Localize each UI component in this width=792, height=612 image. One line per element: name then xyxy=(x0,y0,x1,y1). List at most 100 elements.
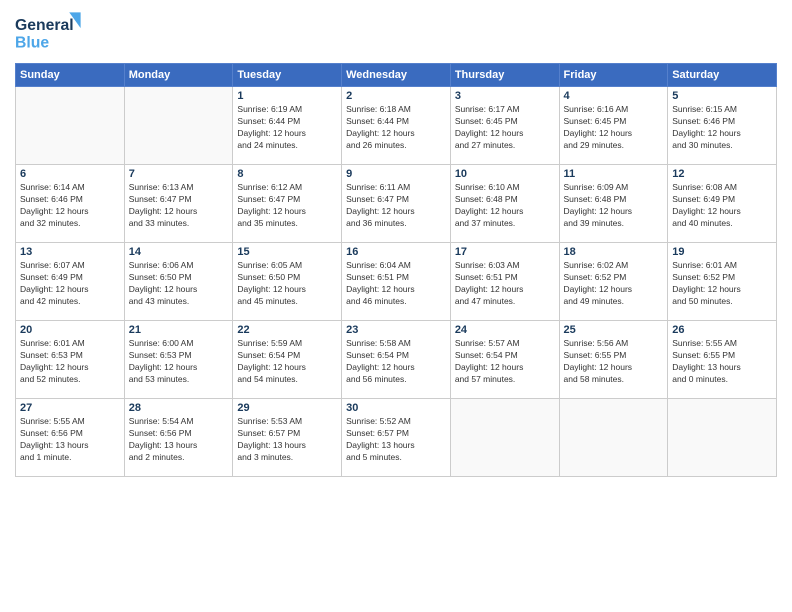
day-info: Sunrise: 6:00 AM Sunset: 6:53 PM Dayligh… xyxy=(129,338,229,386)
calendar-week-row: 27Sunrise: 5:55 AM Sunset: 6:56 PM Dayli… xyxy=(16,399,777,477)
day-number: 28 xyxy=(129,402,229,414)
day-info: Sunrise: 5:53 AM Sunset: 6:57 PM Dayligh… xyxy=(237,416,337,464)
calendar-cell xyxy=(16,87,125,165)
calendar-cell: 15 Sunrise: 6:05 AM Sunset: 6:50 PM Dayli… xyxy=(233,243,342,321)
day-number: 5 xyxy=(672,90,772,102)
svg-text:General: General xyxy=(15,17,74,34)
weekday-header: Monday xyxy=(124,64,233,87)
calendar-week-row: 20 Sunrise: 6:01 AM Sunset: 6:53 PM Dayli… xyxy=(16,321,777,399)
day-info: Sunrise: 5:57 AM Sunset: 6:54 PM Dayligh… xyxy=(455,338,555,386)
calendar-cell: 4 Sunrise: 6:16 AM Sunset: 6:45 PM Daylig… xyxy=(559,87,668,165)
day-info: Sunrise: 5:55 AM Sunset: 6:55 PM Dayligh… xyxy=(672,338,772,386)
day-number: 22 xyxy=(237,324,337,336)
calendar-cell: 6 Sunrise: 6:14 AM Sunset: 6:46 PM Daylig… xyxy=(16,165,125,243)
day-number: 25 xyxy=(564,324,664,336)
day-info: Sunrise: 6:09 AM Sunset: 6:48 PM Dayligh… xyxy=(564,182,664,230)
calendar-cell xyxy=(450,399,559,477)
calendar-cell: 23Sunrise: 5:58 AM Sunset: 6:54 PM Dayli… xyxy=(342,321,451,399)
calendar-cell: 20 Sunrise: 6:01 AM Sunset: 6:53 PM Dayli… xyxy=(16,321,125,399)
day-number: 9 xyxy=(346,168,446,180)
day-number: 10 xyxy=(455,168,555,180)
calendar-cell: 25 Sunrise: 5:56 AM Sunset: 6:55 PM Dayli… xyxy=(559,321,668,399)
day-number: 20 xyxy=(20,324,120,336)
calendar-cell xyxy=(124,87,233,165)
calendar-cell: 27Sunrise: 5:55 AM Sunset: 6:56 PM Dayli… xyxy=(16,399,125,477)
day-number: 12 xyxy=(672,168,772,180)
day-info: Sunrise: 6:15 AM Sunset: 6:46 PM Dayligh… xyxy=(672,104,772,152)
page-header: GeneralBlue xyxy=(15,10,777,55)
day-number: 27 xyxy=(20,402,120,414)
day-number: 4 xyxy=(564,90,664,102)
day-number: 13 xyxy=(20,246,120,258)
calendar-cell: 1Sunrise: 6:19 AM Sunset: 6:44 PM Daylig… xyxy=(233,87,342,165)
day-info: Sunrise: 6:01 AM Sunset: 6:52 PM Dayligh… xyxy=(672,260,772,308)
day-number: 6 xyxy=(20,168,120,180)
day-number: 7 xyxy=(129,168,229,180)
calendar-cell: 19 Sunrise: 6:01 AM Sunset: 6:52 PM Dayli… xyxy=(668,243,777,321)
calendar-cell: 29Sunrise: 5:53 AM Sunset: 6:57 PM Dayli… xyxy=(233,399,342,477)
calendar-cell: 21 Sunrise: 6:00 AM Sunset: 6:53 PM Dayli… xyxy=(124,321,233,399)
calendar-cell: 7 Sunrise: 6:13 AM Sunset: 6:47 PM Daylig… xyxy=(124,165,233,243)
calendar-cell: 14Sunrise: 6:06 AM Sunset: 6:50 PM Dayli… xyxy=(124,243,233,321)
day-number: 21 xyxy=(129,324,229,336)
weekday-header: Wednesday xyxy=(342,64,451,87)
calendar-cell: 17 Sunrise: 6:03 AM Sunset: 6:51 PM Dayli… xyxy=(450,243,559,321)
day-info: Sunrise: 6:14 AM Sunset: 6:46 PM Dayligh… xyxy=(20,182,120,230)
calendar-cell: 9 Sunrise: 6:11 AM Sunset: 6:47 PM Daylig… xyxy=(342,165,451,243)
day-info: Sunrise: 6:11 AM Sunset: 6:47 PM Dayligh… xyxy=(346,182,446,230)
day-number: 8 xyxy=(237,168,337,180)
day-info: Sunrise: 5:54 AM Sunset: 6:56 PM Dayligh… xyxy=(129,416,229,464)
calendar-cell: 3 Sunrise: 6:17 AM Sunset: 6:45 PM Daylig… xyxy=(450,87,559,165)
day-info: Sunrise: 6:12 AM Sunset: 6:47 PM Dayligh… xyxy=(237,182,337,230)
day-info: Sunrise: 6:19 AM Sunset: 6:44 PM Dayligh… xyxy=(237,104,337,152)
day-info: Sunrise: 6:08 AM Sunset: 6:49 PM Dayligh… xyxy=(672,182,772,230)
day-number: 3 xyxy=(455,90,555,102)
calendar-cell: 10 Sunrise: 6:10 AM Sunset: 6:48 PM Dayli… xyxy=(450,165,559,243)
calendar-week-row: 13 Sunrise: 6:07 AM Sunset: 6:49 PM Dayli… xyxy=(16,243,777,321)
day-number: 2 xyxy=(346,90,446,102)
day-number: 16 xyxy=(346,246,446,258)
calendar-cell: 5 Sunrise: 6:15 AM Sunset: 6:46 PM Daylig… xyxy=(668,87,777,165)
day-info: Sunrise: 6:04 AM Sunset: 6:51 PM Dayligh… xyxy=(346,260,446,308)
calendar-week-row: 6 Sunrise: 6:14 AM Sunset: 6:46 PM Daylig… xyxy=(16,165,777,243)
calendar-cell: 16 Sunrise: 6:04 AM Sunset: 6:51 PM Dayli… xyxy=(342,243,451,321)
day-info: Sunrise: 6:02 AM Sunset: 6:52 PM Dayligh… xyxy=(564,260,664,308)
calendar-cell: 18 Sunrise: 6:02 AM Sunset: 6:52 PM Dayli… xyxy=(559,243,668,321)
calendar-cell: 13 Sunrise: 6:07 AM Sunset: 6:49 PM Dayli… xyxy=(16,243,125,321)
day-info: Sunrise: 5:59 AM Sunset: 6:54 PM Dayligh… xyxy=(237,338,337,386)
day-info: Sunrise: 5:56 AM Sunset: 6:55 PM Dayligh… xyxy=(564,338,664,386)
calendar-cell xyxy=(559,399,668,477)
day-info: Sunrise: 6:01 AM Sunset: 6:53 PM Dayligh… xyxy=(20,338,120,386)
weekday-header-row: SundayMondayTuesdayWednesdayThursdayFrid… xyxy=(16,64,777,87)
day-number: 17 xyxy=(455,246,555,258)
calendar-table: SundayMondayTuesdayWednesdayThursdayFrid… xyxy=(15,63,777,477)
weekday-header: Thursday xyxy=(450,64,559,87)
svg-text:Blue: Blue xyxy=(15,34,49,51)
day-number: 11 xyxy=(564,168,664,180)
day-info: Sunrise: 6:03 AM Sunset: 6:51 PM Dayligh… xyxy=(455,260,555,308)
calendar-cell: 11 Sunrise: 6:09 AM Sunset: 6:48 PM Dayli… xyxy=(559,165,668,243)
day-info: Sunrise: 6:16 AM Sunset: 6:45 PM Dayligh… xyxy=(564,104,664,152)
day-number: 30 xyxy=(346,402,446,414)
weekday-header: Tuesday xyxy=(233,64,342,87)
day-number: 18 xyxy=(564,246,664,258)
day-info: Sunrise: 5:58 AM Sunset: 6:54 PM Dayligh… xyxy=(346,338,446,386)
calendar-cell: 12 Sunrise: 6:08 AM Sunset: 6:49 PM Dayli… xyxy=(668,165,777,243)
calendar-cell: 24 Sunrise: 5:57 AM Sunset: 6:54 PM Dayli… xyxy=(450,321,559,399)
calendar-cell: 2Sunrise: 6:18 AM Sunset: 6:44 PM Daylig… xyxy=(342,87,451,165)
day-info: Sunrise: 6:17 AM Sunset: 6:45 PM Dayligh… xyxy=(455,104,555,152)
day-number: 19 xyxy=(672,246,772,258)
calendar-cell xyxy=(668,399,777,477)
day-info: Sunrise: 6:05 AM Sunset: 6:50 PM Dayligh… xyxy=(237,260,337,308)
day-info: Sunrise: 6:13 AM Sunset: 6:47 PM Dayligh… xyxy=(129,182,229,230)
calendar-cell: 28 Sunrise: 5:54 AM Sunset: 6:56 PM Dayli… xyxy=(124,399,233,477)
calendar-cell: 8 Sunrise: 6:12 AM Sunset: 6:47 PM Daylig… xyxy=(233,165,342,243)
calendar-cell: 22 Sunrise: 5:59 AM Sunset: 6:54 PM Dayli… xyxy=(233,321,342,399)
day-info: Sunrise: 6:07 AM Sunset: 6:49 PM Dayligh… xyxy=(20,260,120,308)
calendar-week-row: 1Sunrise: 6:19 AM Sunset: 6:44 PM Daylig… xyxy=(16,87,777,165)
day-number: 15 xyxy=(237,246,337,258)
day-number: 24 xyxy=(455,324,555,336)
day-info: Sunrise: 6:10 AM Sunset: 6:48 PM Dayligh… xyxy=(455,182,555,230)
weekday-header: Friday xyxy=(559,64,668,87)
day-info: Sunrise: 6:06 AM Sunset: 6:50 PM Dayligh… xyxy=(129,260,229,308)
